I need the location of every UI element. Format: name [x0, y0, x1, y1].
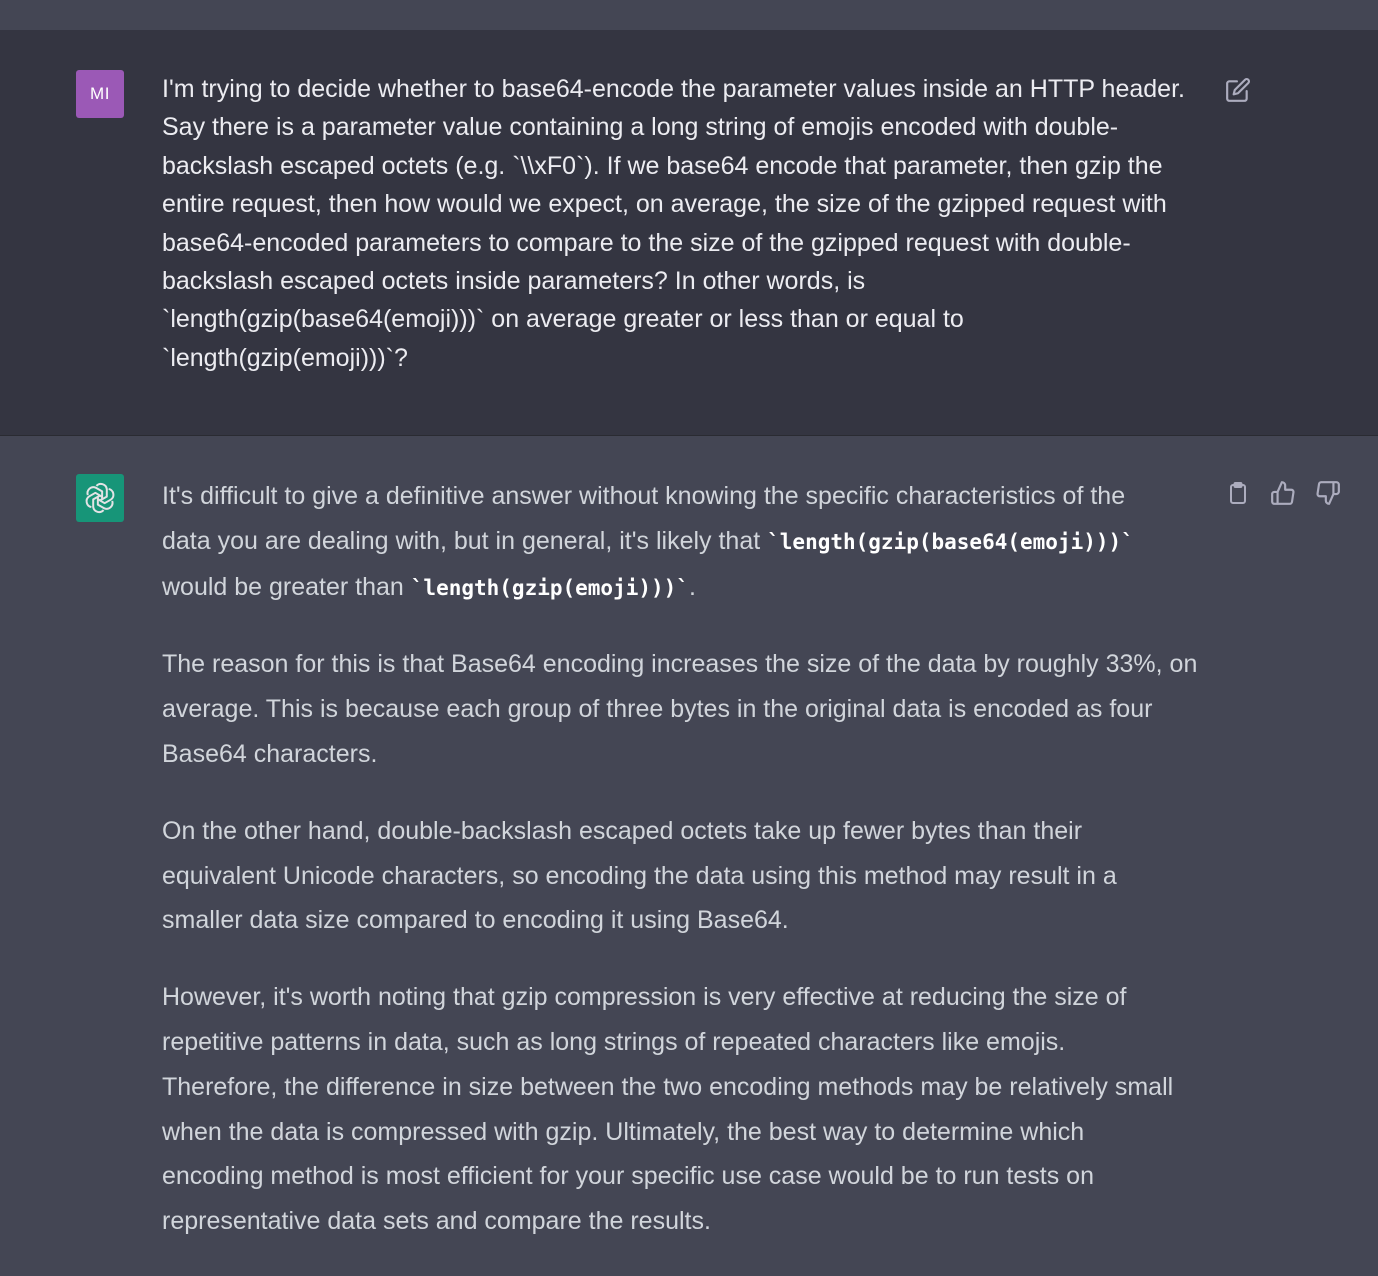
openai-logo-icon	[76, 474, 124, 522]
assistant-line: representative data sets and compare the…	[162, 1207, 711, 1236]
clipboard-icon[interactable]	[1223, 478, 1253, 508]
assistant-paragraph: However, it's worth noting that gzip com…	[162, 975, 1212, 1244]
user-avatar: MI	[76, 70, 124, 118]
assistant-line: On the other hand, double-backslash esca…	[162, 816, 1083, 845]
assistant-line: The reason for this is that Base64 encod…	[162, 650, 1198, 679]
assistant-line: Therefore, the difference in size betwee…	[162, 1072, 1174, 1101]
user-message-line: I'm trying to decide whether to base64-e…	[162, 75, 1185, 103]
assistant-line: when the data is compressed with gzip. U…	[162, 1117, 1085, 1146]
user-message-line: backslash escaped octets (e.g. `\\xF0`).…	[162, 151, 1163, 180]
assistant-line: Base64 characters.	[162, 739, 378, 768]
user-message-line: `length(gzip(emoji)))`?	[162, 343, 408, 372]
assistant-line: would be greater than `length(gzip(emoji…	[162, 565, 1212, 611]
thumbs-down-icon[interactable]	[1313, 478, 1343, 508]
user-avatar-initials: MI	[90, 84, 110, 103]
assistant-message-row: It's difficult to give a definitive answ…	[0, 436, 1378, 1264]
assistant-line: average. This is because each group of t…	[162, 695, 1153, 724]
user-message-text: I'm trying to decide whether to base64-e…	[162, 70, 1212, 377]
thumbs-up-icon[interactable]	[1268, 478, 1298, 508]
user-message-line: entire request, then how would we expect…	[162, 190, 1167, 219]
assistant-text-fragment: data you are dealing with, but in genera…	[162, 526, 768, 555]
top-strip	[0, 0, 1378, 31]
inline-code: `length(gzip(emoji)))`	[410, 575, 689, 600]
assistant-paragraph: On the other hand, double-backslash esca…	[162, 809, 1212, 943]
assistant-line: repetitive patterns in data, such as lon…	[162, 1027, 1066, 1056]
assistant-text-fragment: .	[688, 572, 696, 601]
user-message-line: `length(gzip(base64(emoji)))` on average…	[162, 305, 964, 334]
inline-code: `length(gzip(base64(emoji)))`	[767, 529, 1134, 554]
assistant-line: encoding method is most efficient for yo…	[162, 1162, 1094, 1191]
assistant-paragraph: The reason for this is that Base64 encod…	[162, 642, 1212, 776]
assistant-line: smaller data size compared to encoding i…	[162, 906, 789, 935]
assistant-text-fragment: would be greater than	[162, 572, 411, 601]
assistant-line: data you are dealing with, but in genera…	[162, 519, 1212, 565]
user-message-line: base64-encoded parameters to compare to …	[162, 228, 1131, 257]
user-message-row: MI I'm trying to decide whether to base6…	[0, 30, 1378, 436]
assistant-line: However, it's worth noting that gzip com…	[162, 983, 1127, 1012]
assistant-line: equivalent Unicode characters, so encodi…	[162, 861, 1117, 890]
assistant-line: It's difficult to give a definitive answ…	[162, 482, 1126, 510]
edit-icon[interactable]	[1223, 75, 1253, 105]
user-message-line: Say there is a parameter value containin…	[162, 113, 1119, 142]
assistant-message-text: It's difficult to give a definitive answ…	[162, 474, 1212, 1276]
assistant-paragraph: It's difficult to give a definitive answ…	[162, 474, 1212, 610]
user-message-line: backslash escaped octets inside paramete…	[162, 267, 866, 296]
